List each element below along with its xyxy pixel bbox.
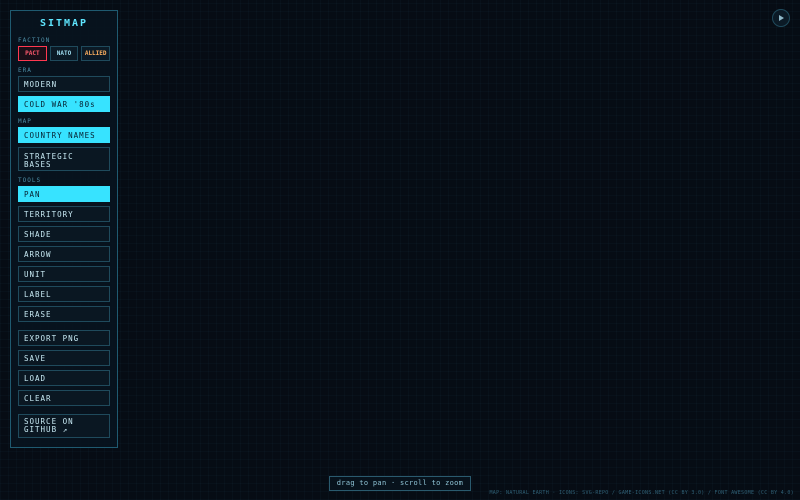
play-button[interactable] <box>772 9 790 27</box>
tool-territory-button[interactable]: TERRITORY <box>18 206 110 222</box>
action-buttons: EXPORT PNG SAVE LOAD CLEAR <box>18 330 110 406</box>
tool-arrow-button[interactable]: ARROW <box>18 246 110 262</box>
source-github-link[interactable]: SOURCE ON GITHUB ↗ <box>18 414 110 438</box>
save-button[interactable]: SAVE <box>18 350 110 366</box>
app-title: SITMAP <box>39 18 89 29</box>
map-label: MAP <box>18 118 32 125</box>
tool-erase-button[interactable]: ERASE <box>18 306 110 322</box>
tool-label-button[interactable]: LABEL <box>18 286 110 302</box>
map-layer-toggles: COUNTRY NAMES STRATEGIC BASES <box>18 127 110 171</box>
play-icon <box>779 15 784 21</box>
export-png-button[interactable]: EXPORT PNG <box>18 330 110 346</box>
control-panel: SITMAP FACTION PACT NATO ALLIED ERA MODE… <box>10 10 118 448</box>
faction-pact-button[interactable]: PACT <box>18 46 47 61</box>
tool-pan-button[interactable]: PAN <box>18 186 110 202</box>
clear-button[interactable]: CLEAR <box>18 390 110 406</box>
faction-nato-button[interactable]: NATO <box>49 46 79 61</box>
era-selector: MODERN COLD WAR '80s <box>18 76 110 112</box>
load-button[interactable]: LOAD <box>18 370 110 386</box>
faction-selector: PACT NATO ALLIED <box>18 46 111 61</box>
era-cold-war-button[interactable]: COLD WAR '80s <box>18 96 110 112</box>
tool-selector: PAN TERRITORY SHADE ARROW UNIT LABEL ERA… <box>18 186 110 322</box>
tool-unit-button[interactable]: UNIT <box>18 266 110 282</box>
era-modern-button[interactable]: MODERN <box>18 76 110 92</box>
attribution-credits: MAP: NATURAL EARTH · ICONS: SVG-REPO / G… <box>489 490 794 496</box>
navigation-hint: drag to pan · scroll to zoom <box>329 476 471 491</box>
faction-allied-button[interactable]: ALLIED <box>81 46 111 61</box>
faction-label: FACTION <box>18 37 51 44</box>
tools-label: TOOLS <box>18 177 42 184</box>
era-label: ERA <box>18 67 32 74</box>
strategic-bases-toggle[interactable]: STRATEGIC BASES <box>18 147 110 171</box>
country-names-toggle[interactable]: COUNTRY NAMES <box>18 127 110 143</box>
tool-shade-button[interactable]: SHADE <box>18 226 110 242</box>
